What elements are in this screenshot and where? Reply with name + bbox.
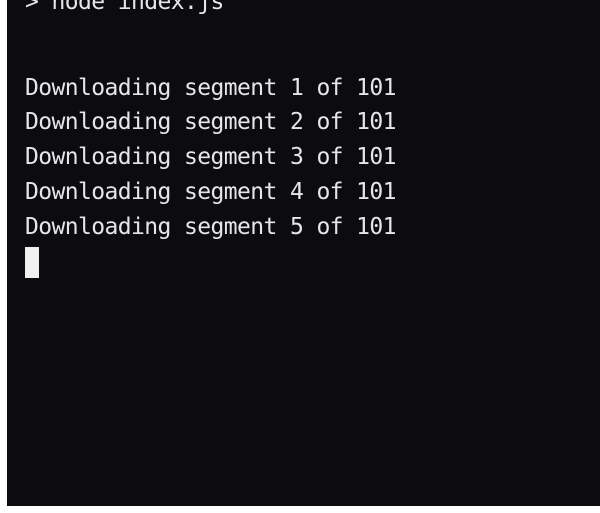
output-line: Downloading segment 4 of 101: [25, 179, 397, 205]
output-line: Downloading segment 5 of 101: [25, 214, 397, 240]
command-line: > node index.js: [25, 0, 224, 15]
terminal-window[interactable]: > node index.js Downloading segment 1 of…: [7, 0, 600, 506]
output-line: Downloading segment 3 of 101: [25, 144, 397, 170]
output-line: Downloading segment 2 of 101: [25, 109, 397, 135]
text-cursor: [25, 247, 39, 278]
output-line: Downloading segment 1 of 101: [25, 75, 397, 101]
